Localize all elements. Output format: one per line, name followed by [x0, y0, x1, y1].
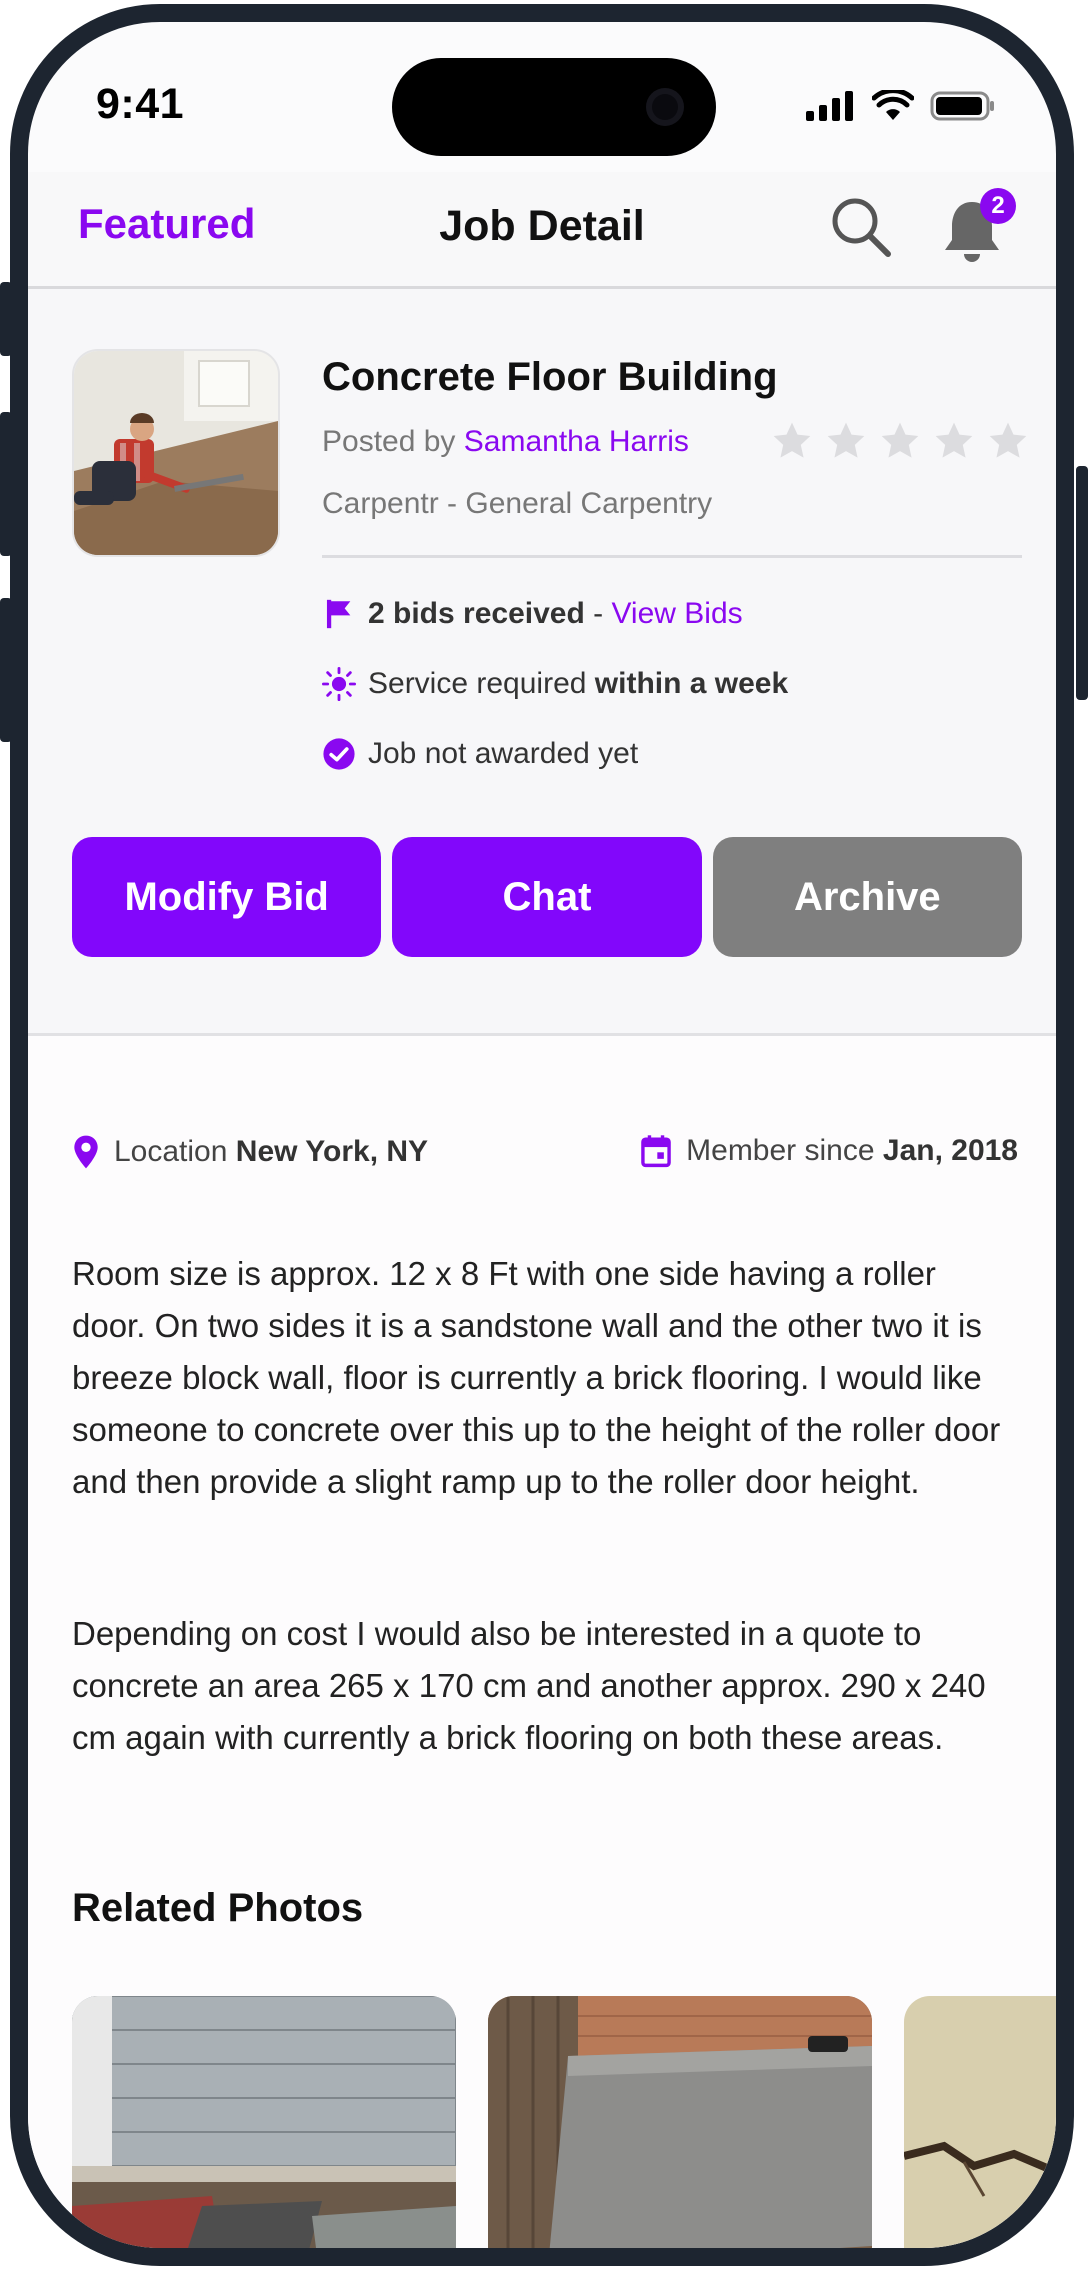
job-category: Carpentr - General Carpentry [322, 487, 713, 520]
rating-stars [770, 419, 1030, 463]
location-row: Location New York, NY [72, 1134, 428, 1170]
posted-by: Posted by Samantha Harris [322, 425, 689, 459]
member-since-label: Member since [686, 1134, 875, 1167]
service-timeframe: within a week [594, 667, 789, 700]
job-title: Concrete Floor Building [322, 355, 778, 399]
star-icon [827, 422, 865, 458]
power-button [1076, 466, 1088, 700]
job-card: Concrete Floor Building Posted by Samant… [28, 289, 1056, 1036]
archive-button[interactable]: Archive [712, 837, 1022, 957]
phone-frame: 9:41 Featured Job Detail 2 Concrete Floo… [10, 4, 1074, 2266]
notifications-button[interactable]: 2 [940, 188, 1016, 268]
screen: 9:41 Featured Job Detail 2 Concrete Floo… [28, 22, 1056, 2248]
star-icon [989, 422, 1027, 458]
wifi-icon [872, 90, 914, 120]
star-icon [773, 422, 811, 458]
check-circle-icon [323, 738, 355, 770]
location-value: New York, NY [235, 1135, 429, 1168]
search-icon[interactable] [826, 192, 896, 262]
cracked-floor-photo [904, 1996, 1056, 2248]
camera-icon [646, 88, 684, 126]
related-photos-title: Related Photos [72, 1886, 364, 1930]
chat-button[interactable]: Chat [392, 837, 702, 957]
bids-count: 2 bids received [368, 597, 585, 630]
calendar-icon [641, 1135, 671, 1168]
description-paragraph-1: Room size is approx. 12 x 8 Ft with one … [72, 1255, 1001, 1500]
award-status: Job not awarded yet [368, 737, 639, 770]
card-divider [322, 555, 1022, 558]
worker-photo [74, 351, 278, 555]
dynamic-island [392, 58, 716, 156]
related-photo[interactable] [904, 1996, 1056, 2248]
location-pin-icon [74, 1135, 98, 1169]
bids-separator: - [584, 597, 612, 630]
modify-bid-button[interactable]: Modify Bid [72, 837, 382, 957]
description-paragraph-2: Depending on cost I would also be intere… [72, 1615, 986, 1756]
status-time: 9:41 [96, 80, 185, 128]
member-since-row: Member since Jan, 2018 [640, 1134, 1018, 1168]
page-title: Job Detail [439, 202, 645, 250]
related-photo[interactable] [72, 1996, 456, 2248]
service-row: Service required within a week [322, 667, 788, 701]
cellular-signal-icon [806, 91, 853, 121]
award-row: Job not awarded yet [322, 737, 638, 771]
siding-photo [72, 1996, 456, 2248]
member-since-value: Jan, 2018 [882, 1134, 1018, 1167]
star-icon [935, 422, 973, 458]
bids-row: 2 bids received - View Bids [322, 597, 743, 631]
action-buttons: Modify Bid Chat Archive [72, 837, 1022, 957]
flag-icon [326, 599, 351, 629]
star-icon [881, 422, 919, 458]
concrete-patio-photo [488, 1996, 872, 2248]
related-photo[interactable] [488, 1996, 872, 2248]
app-header: Featured Job Detail 2 [28, 172, 1056, 289]
service-prefix: Service required [368, 667, 595, 700]
job-thumbnail[interactable] [72, 349, 280, 557]
status-icons [806, 90, 996, 122]
notification-badge: 2 [980, 188, 1016, 224]
poster-link[interactable]: Samantha Harris [464, 425, 689, 458]
sun-icon [322, 667, 356, 701]
posted-prefix: Posted by [322, 425, 464, 458]
location-label: Location [114, 1135, 228, 1168]
related-photos-carousel[interactable] [72, 1996, 1056, 2248]
view-bids-link[interactable]: View Bids [611, 597, 742, 630]
job-details: Location New York, NY Member since Jan, … [28, 1036, 1056, 2248]
battery-icon [930, 91, 994, 121]
